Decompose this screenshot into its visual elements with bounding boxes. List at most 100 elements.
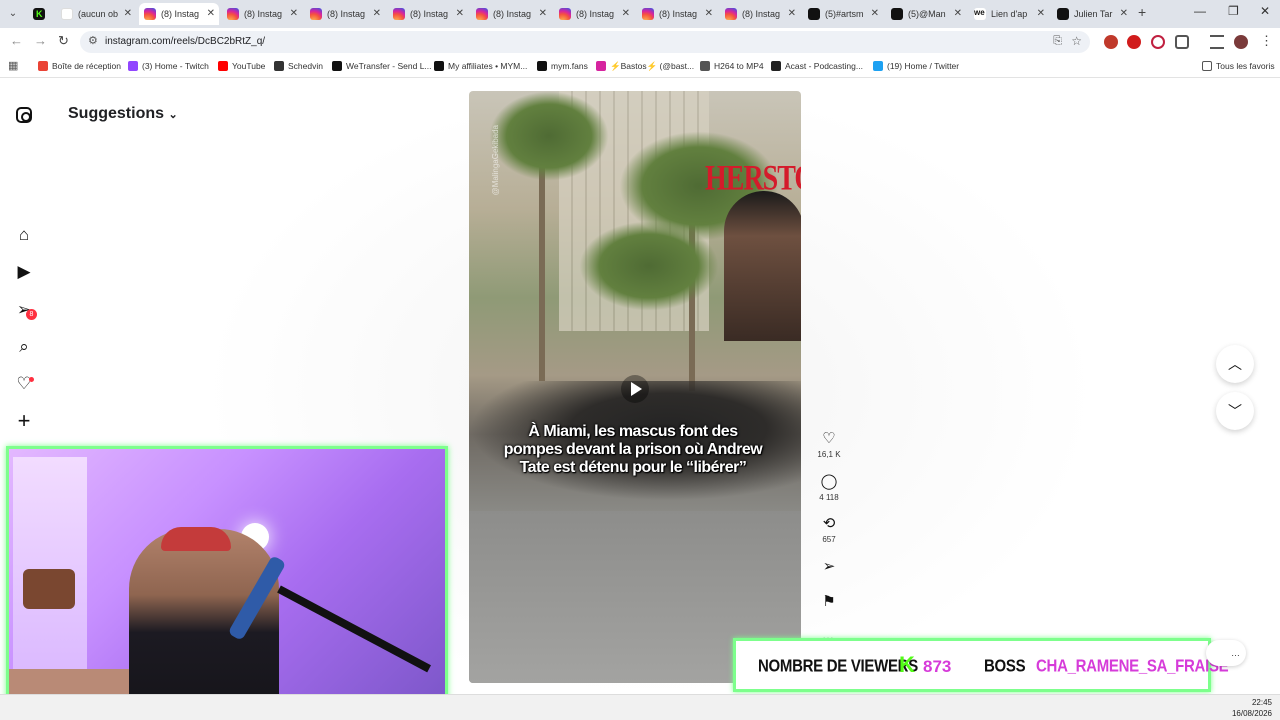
opera-icon[interactable] bbox=[1127, 35, 1141, 49]
media-controls-icon[interactable] bbox=[1210, 35, 1224, 49]
bookmark-item[interactable]: Schedvin bbox=[274, 61, 323, 71]
install-app-icon[interactable]: ⎘ bbox=[1053, 35, 1062, 48]
viewer-count-banner: NOMBRE DE VIEWERS K 873 BOSS CHA_RAMENE_… bbox=[733, 638, 1229, 692]
close-tab-icon[interactable]: ✕ bbox=[207, 3, 215, 25]
notification-badge: 8 bbox=[26, 309, 37, 320]
browser-tab[interactable]: Julien Tar ✕ bbox=[1052, 3, 1132, 25]
messages-bubble[interactable]: … bbox=[1206, 640, 1246, 666]
browser-tab[interactable]: (8) Instag ✕ bbox=[139, 3, 219, 25]
browser-menu-icon[interactable]: ⋮ bbox=[1260, 33, 1273, 49]
all-bookmarks-folder[interactable]: Tous les favoris bbox=[1202, 61, 1275, 71]
previous-reel-button[interactable]: ︿ bbox=[1216, 345, 1254, 383]
forward-button[interactable]: → bbox=[34, 33, 47, 48]
extensions-puzzle-icon[interactable] bbox=[1175, 35, 1189, 49]
new-tab-button[interactable]: + bbox=[1138, 4, 1146, 20]
bookmark-item[interactable]: ⚡Bastos⚡ (@bast... bbox=[596, 61, 694, 72]
bookmark-item[interactable]: mym.fans bbox=[537, 61, 588, 71]
search-icon[interactable]: ⌕ bbox=[14, 337, 34, 357]
browser-tab[interactable]: (aucun ob ✕ bbox=[56, 3, 136, 25]
instagram-icon bbox=[559, 8, 571, 20]
close-tab-icon[interactable]: ✕ bbox=[373, 3, 381, 25]
browser-tab[interactable]: (8) Instag ✕ bbox=[554, 3, 634, 25]
instagram-logo-icon[interactable] bbox=[16, 107, 32, 123]
tab-title: (aucun ob bbox=[78, 9, 119, 19]
browser-tab[interactable]: Lien d'ap ✕ bbox=[969, 3, 1049, 25]
close-tab-icon[interactable]: ✕ bbox=[788, 3, 796, 25]
browser-tab[interactable]: (8) Instag ✕ bbox=[471, 3, 551, 25]
close-tab-icon[interactable]: ✕ bbox=[954, 3, 962, 25]
comment-button[interactable]: ◯ 4 118 bbox=[816, 473, 842, 502]
apps-grid-icon[interactable]: ▦ bbox=[8, 59, 18, 72]
bookmark-item[interactable]: WeTransfer - Send L... bbox=[332, 61, 432, 71]
browser-tab[interactable]: (8) Instag ✕ bbox=[720, 3, 800, 25]
instagram-icon bbox=[725, 8, 737, 20]
share-icon: ➢ bbox=[822, 558, 836, 575]
video-palm-trunk bbox=[539, 151, 545, 381]
close-tab-icon[interactable]: ✕ bbox=[124, 3, 132, 25]
bookmark-item[interactable]: Boîte de réception bbox=[38, 61, 121, 71]
bookmark-star-icon[interactable]: ☆ bbox=[1071, 34, 1082, 48]
block-icon[interactable] bbox=[1151, 35, 1165, 49]
tiktok-icon bbox=[808, 8, 820, 20]
gmail-icon bbox=[61, 8, 73, 20]
restore-button[interactable]: ❐ bbox=[1228, 4, 1239, 18]
next-reel-button[interactable]: ﹀ bbox=[1216, 392, 1254, 430]
suggestions-label: Suggestions bbox=[68, 105, 165, 122]
site-info-icon[interactable]: ⚙ bbox=[88, 34, 98, 47]
play-icon[interactable] bbox=[621, 375, 649, 403]
save-button[interactable]: ⚑ bbox=[816, 593, 842, 611]
close-window-button[interactable]: ✕ bbox=[1260, 4, 1270, 18]
folder-icon bbox=[1202, 61, 1212, 71]
close-tab-icon[interactable]: ✕ bbox=[622, 3, 630, 25]
bookmark-item[interactable]: Acast - Podcasting... bbox=[771, 61, 863, 71]
create-icon[interactable]: + bbox=[14, 410, 34, 432]
close-tab-icon[interactable]: ✕ bbox=[705, 3, 713, 25]
streamer-person bbox=[129, 529, 279, 711]
instagram-icon bbox=[144, 8, 156, 20]
tab-title: (8) Instag bbox=[659, 9, 698, 19]
bookmark-item[interactable]: H264 to MP4 bbox=[700, 61, 764, 71]
mym-icon bbox=[537, 61, 547, 71]
browser-tab[interactable]: (8) Instag ✕ bbox=[388, 3, 468, 25]
streamer-webcam bbox=[6, 446, 448, 714]
address-bar[interactable]: ⚙ instagram.com/reels/DcBC2bRtZ_q/ ⎘ ☆ bbox=[80, 31, 1090, 53]
browser-tab[interactable]: (8) Instag ✕ bbox=[305, 3, 385, 25]
reel-video[interactable]: @MalingaGekibada HERSTORY À Miami, les m… bbox=[469, 91, 801, 683]
bookmark-item[interactable]: My affiliates • MYM... bbox=[434, 61, 527, 71]
reels-icon[interactable]: ▶ bbox=[14, 262, 34, 282]
kick-icon bbox=[33, 3, 45, 25]
home-icon[interactable]: ⌂ bbox=[14, 225, 34, 245]
browser-tab[interactable]: (5)@Man ✕ bbox=[886, 3, 966, 25]
browser-tab[interactable] bbox=[28, 3, 52, 25]
minimize-button[interactable]: — bbox=[1194, 4, 1206, 18]
extension-icon[interactable] bbox=[1104, 35, 1118, 49]
bookmark-item[interactable]: YouTube bbox=[218, 61, 265, 71]
browser-tab[interactable]: (8) Instag ✕ bbox=[222, 3, 302, 25]
streamer-cap bbox=[161, 527, 231, 551]
close-tab-icon[interactable]: ✕ bbox=[871, 3, 879, 25]
back-button[interactable]: ← bbox=[10, 33, 23, 48]
bookmark-item[interactable]: (3) Home - Twitch bbox=[128, 61, 209, 71]
instagram-icon bbox=[227, 8, 239, 20]
bookmark-item[interactable]: (19) Home / Twitter bbox=[873, 61, 959, 71]
comment-count: 4 118 bbox=[819, 493, 839, 502]
like-button[interactable]: ♡ 16,1 K bbox=[816, 430, 842, 459]
wetransfer-icon bbox=[974, 3, 986, 24]
suggestions-dropdown[interactable]: Suggestions ⌄ bbox=[68, 105, 178, 123]
browser-tab[interactable]: (8) Instag ✕ bbox=[637, 3, 717, 25]
close-tab-icon[interactable]: ✕ bbox=[1120, 3, 1128, 25]
close-tab-icon[interactable]: ✕ bbox=[539, 3, 547, 25]
close-tab-icon[interactable]: ✕ bbox=[1037, 3, 1045, 25]
bookmark-icon: ⚑ bbox=[822, 593, 836, 610]
bookmark-label: Boîte de réception bbox=[52, 61, 121, 71]
reload-button[interactable]: ↻ bbox=[58, 33, 69, 49]
close-tab-icon[interactable]: ✕ bbox=[290, 3, 298, 25]
share-button[interactable]: ➢ bbox=[816, 558, 842, 576]
browser-tab[interactable]: (5)#artsm ✕ bbox=[803, 3, 883, 25]
tab-search-button[interactable]: ⌄ bbox=[4, 5, 22, 23]
repost-button[interactable]: ⟲ 657 bbox=[816, 515, 842, 544]
instagram-icon bbox=[642, 8, 654, 20]
close-tab-icon[interactable]: ✕ bbox=[456, 3, 464, 25]
repost-count: 657 bbox=[822, 535, 836, 544]
profile-avatar[interactable] bbox=[1234, 35, 1248, 49]
